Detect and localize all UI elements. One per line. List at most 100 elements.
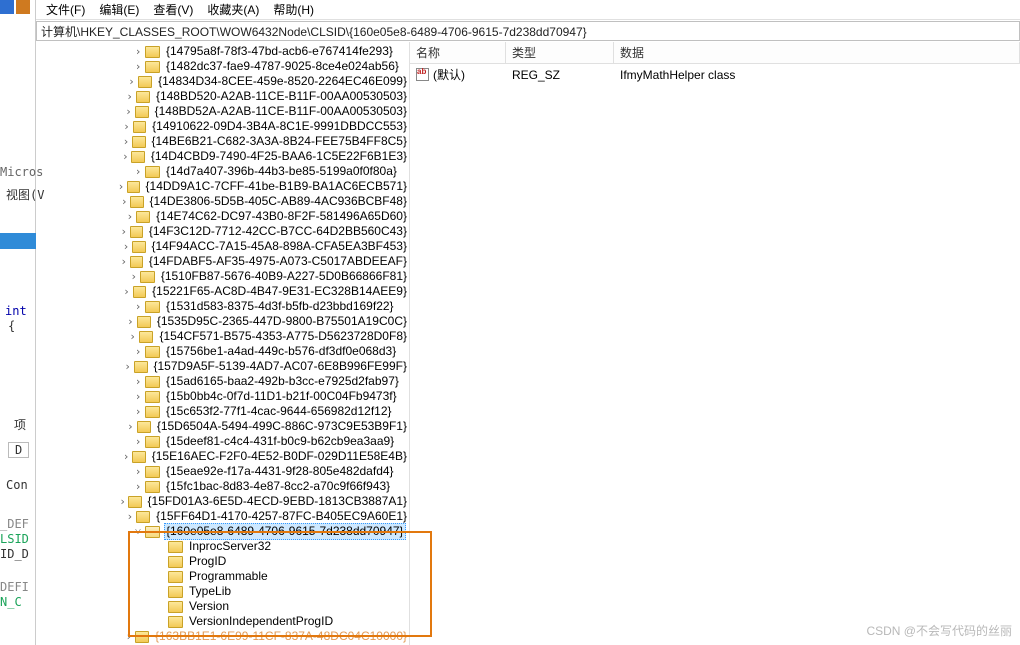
tree-node[interactable]: ›{14795a8f-78f3-47bd-acb6-e767414fe293}: [36, 44, 409, 59]
expand-icon[interactable]: ›: [131, 374, 145, 389]
expand-icon[interactable]: ›: [118, 194, 130, 209]
tree-node[interactable]: ›{15deef81-c4c4-431f-b0c9-b62cb9ea3aa9}: [36, 434, 409, 449]
tree-node[interactable]: ›{14834D34-8CEE-459e-8520-2264EC46E099}: [36, 74, 409, 89]
value-row[interactable]: (默认) REG_SZ IfmyMathHelper class: [410, 64, 1020, 85]
tree-node-label: {14DD9A1C-7CFF-41be-B1B9-BA1AC6ECB571}: [144, 179, 409, 194]
col-data[interactable]: 数据: [614, 42, 1020, 63]
address-bar[interactable]: 计算机\HKEY_CLASSES_ROOT\WOW6432Node\CLSID\…: [36, 21, 1020, 41]
tree-node[interactable]: Version: [36, 599, 409, 614]
folder-icon: [133, 286, 147, 298]
menu-fav[interactable]: 收藏夹(A): [201, 0, 265, 19]
expand-icon[interactable]: ›: [124, 419, 137, 434]
menu-view[interactable]: 查看(V): [147, 0, 199, 19]
tree-node[interactable]: › {14DE3806-5D5B-405C-AB89-4AC936BCBF48}: [36, 194, 409, 209]
tree-node[interactable]: ›{14BE6B21-C682-3A3A-8B24-FEE75B4FF8C5}: [36, 134, 409, 149]
tree-node[interactable]: › {14FDABF5-AF35-4975-A073-C5017ABDEEAF}: [36, 254, 409, 269]
expand-icon[interactable]: ›: [115, 179, 127, 194]
expand-icon[interactable]: ›: [131, 464, 145, 479]
tree-node[interactable]: ›{15E16AEC-F2F0-4E52-B0DF-029D11E58E4B}: [36, 449, 409, 464]
menu-help[interactable]: 帮助(H): [267, 0, 320, 19]
expand-icon[interactable]: ›: [117, 494, 129, 509]
ls-xiang: 项: [14, 416, 26, 433]
tree-node-label: {15221F65-AC8D-4B47-9E31-EC328B14AEE9}: [150, 284, 409, 299]
expand-icon[interactable]: ›: [131, 164, 145, 179]
expand-icon[interactable]: ›: [131, 299, 145, 314]
tree-node[interactable]: ›{14D4CBD9-7490-4F25-BAA6-1C5E22F6B1E3}: [36, 149, 409, 164]
expand-icon[interactable]: ›: [120, 284, 132, 299]
tree-node-label: ProgID: [187, 554, 228, 569]
tree-node[interactable]: ›{1531d583-8375-4d3f-b5fb-d23bbd169f22}: [36, 299, 409, 314]
tree-node[interactable]: ›{15756be1-a4ad-449c-b576-df3df0e068d3}: [36, 344, 409, 359]
tree-node[interactable]: ›{14F3C12D-7712-42CC-B7CC-64D2BB560C43}: [36, 224, 409, 239]
tree-node[interactable]: ›{148BD520-A2AB-11CE-B11F-00AA00530503}: [36, 89, 409, 104]
tree-node[interactable]: ›{148BD52A-A2AB-11CE-B11F-00AA00530503}: [36, 104, 409, 119]
tree-node[interactable]: ›{1482dc37-fae9-4787-9025-8ce4e024ab56}: [36, 59, 409, 74]
expand-icon[interactable]: ›: [123, 209, 136, 224]
tree-node[interactable]: ›{15eae92e-f17a-4431-9f28-805e482dafd4}: [36, 464, 409, 479]
expand-icon[interactable]: ›: [121, 359, 134, 374]
col-type[interactable]: 类型: [506, 42, 614, 63]
tree-node[interactable]: ›{14F94ACC-7A15-45A8-898A-CFA5EA3BF453}: [36, 239, 409, 254]
tree-node[interactable]: Programmable: [36, 569, 409, 584]
folder-icon: [145, 376, 160, 388]
collapse-icon[interactable]: ˅: [131, 524, 145, 539]
tree-node[interactable]: ˅{160e05e8-6489-4706-9615-7d238dd70947}: [36, 524, 409, 539]
tree-node-label: {14FDABF5-AF35-4975-A073-C5017ABDEEAF}: [147, 254, 409, 269]
folder-icon: [145, 301, 160, 313]
col-name[interactable]: 名称: [410, 42, 506, 63]
tree-node-label: {14DE3806-5D5B-405C-AB89-4AC936BCBF48}: [148, 194, 410, 209]
expand-icon[interactable]: ›: [124, 314, 137, 329]
expand-icon[interactable]: ›: [126, 329, 139, 344]
expand-icon[interactable]: ›: [122, 104, 135, 119]
tree-pane[interactable]: ›{14795a8f-78f3-47bd-acb6-e767414fe293}›…: [36, 42, 410, 645]
expand-icon[interactable]: ›: [120, 119, 132, 134]
tree-node[interactable]: ›{15b0bb4c-0f7d-11D1-b21f-00C04Fb9473f}: [36, 389, 409, 404]
tree-node[interactable]: ›{15c653f2-77f1-4cac-9644-656982d12f12}: [36, 404, 409, 419]
expand-icon[interactable]: ›: [120, 449, 132, 464]
folder-icon: [132, 136, 145, 148]
tree-node[interactable]: ›{15D6504A-5494-499C-886C-973C9E53B9F1}: [36, 419, 409, 434]
tree-node[interactable]: ›{14E74C62-DC97-43B0-8F2F-581496A65D60}: [36, 209, 409, 224]
tree-node[interactable]: › {15221F65-AC8D-4B47-9E31-EC328B14AEE9}: [36, 284, 409, 299]
expand-icon[interactable]: ›: [123, 89, 136, 104]
tree-node[interactable]: TypeLib: [36, 584, 409, 599]
expand-icon[interactable]: ›: [131, 479, 145, 494]
tree-node[interactable]: ›{15FF64D1-4170-4257-87FC-B405EC9A60E1}: [36, 509, 409, 524]
tree-node[interactable]: InprocServer32: [36, 539, 409, 554]
expand-icon[interactable]: ›: [131, 404, 145, 419]
expand-icon[interactable]: ›: [118, 254, 130, 269]
folder-icon: [130, 226, 143, 238]
tree-node[interactable]: VersionIndependentProgID: [36, 614, 409, 629]
menu-edit[interactable]: 编辑(E): [93, 0, 145, 19]
folder-icon: [145, 436, 160, 448]
expand-icon[interactable]: ›: [120, 134, 132, 149]
registry-editor: 文件(F) 编辑(E) 查看(V) 收藏夹(A) 帮助(H) 计算机\HKEY_…: [36, 0, 1020, 645]
tree-node-label: TypeLib: [187, 584, 233, 599]
tree-node[interactable]: ›{14d7a407-396b-44b3-be85-5199a0f0f80a}: [36, 164, 409, 179]
expand-icon[interactable]: ›: [125, 74, 138, 89]
tree-node[interactable]: ›{1535D95C-2365-447D-9800-B75501A19C0C}: [36, 314, 409, 329]
tree-node[interactable]: ›{163BB1E1-6E99-11CF-837A-48DC04C10000}: [36, 629, 409, 644]
folder-icon: [168, 541, 183, 553]
tree-node[interactable]: ›{154CF571-B575-4353-A775-D5623728D0F8}: [36, 329, 409, 344]
menu-file[interactable]: 文件(F): [40, 0, 91, 19]
expand-icon[interactable]: ›: [119, 149, 131, 164]
expand-icon[interactable]: ›: [118, 224, 130, 239]
tree-node[interactable]: ›{14910622-09D4-3B4A-8C1E-9991DBDCC553}: [36, 119, 409, 134]
expand-icon[interactable]: ›: [127, 269, 140, 284]
expand-icon[interactable]: ›: [123, 509, 136, 524]
expand-icon[interactable]: ›: [131, 44, 145, 59]
tree-node[interactable]: ›{15ad6165-baa2-492b-b3cc-e7925d2fab97}: [36, 374, 409, 389]
expand-icon[interactable]: ›: [131, 389, 145, 404]
expand-icon[interactable]: ›: [131, 344, 145, 359]
tree-node[interactable]: ›{15fc1bac-8d83-4e87-8cc2-a70c9f66f943}: [36, 479, 409, 494]
expand-icon[interactable]: ›: [131, 434, 145, 449]
expand-icon[interactable]: ›: [120, 239, 132, 254]
tree-node[interactable]: ProgID: [36, 554, 409, 569]
tree-node[interactable]: ›{157D9A5F-5139-4AD7-AC07-6E8B996FE99F}: [36, 359, 409, 374]
tree-node[interactable]: ›{1510FB87-5676-40B9-A227-5D0B66866F81}: [36, 269, 409, 284]
tree-node[interactable]: › {14DD9A1C-7CFF-41be-B1B9-BA1AC6ECB571}: [36, 179, 409, 194]
expand-icon[interactable]: ›: [122, 629, 135, 644]
expand-icon[interactable]: ›: [131, 59, 145, 74]
tree-node[interactable]: ›{15FD01A3-6E5D-4ECD-9EBD-1813CB3887A1}: [36, 494, 409, 509]
